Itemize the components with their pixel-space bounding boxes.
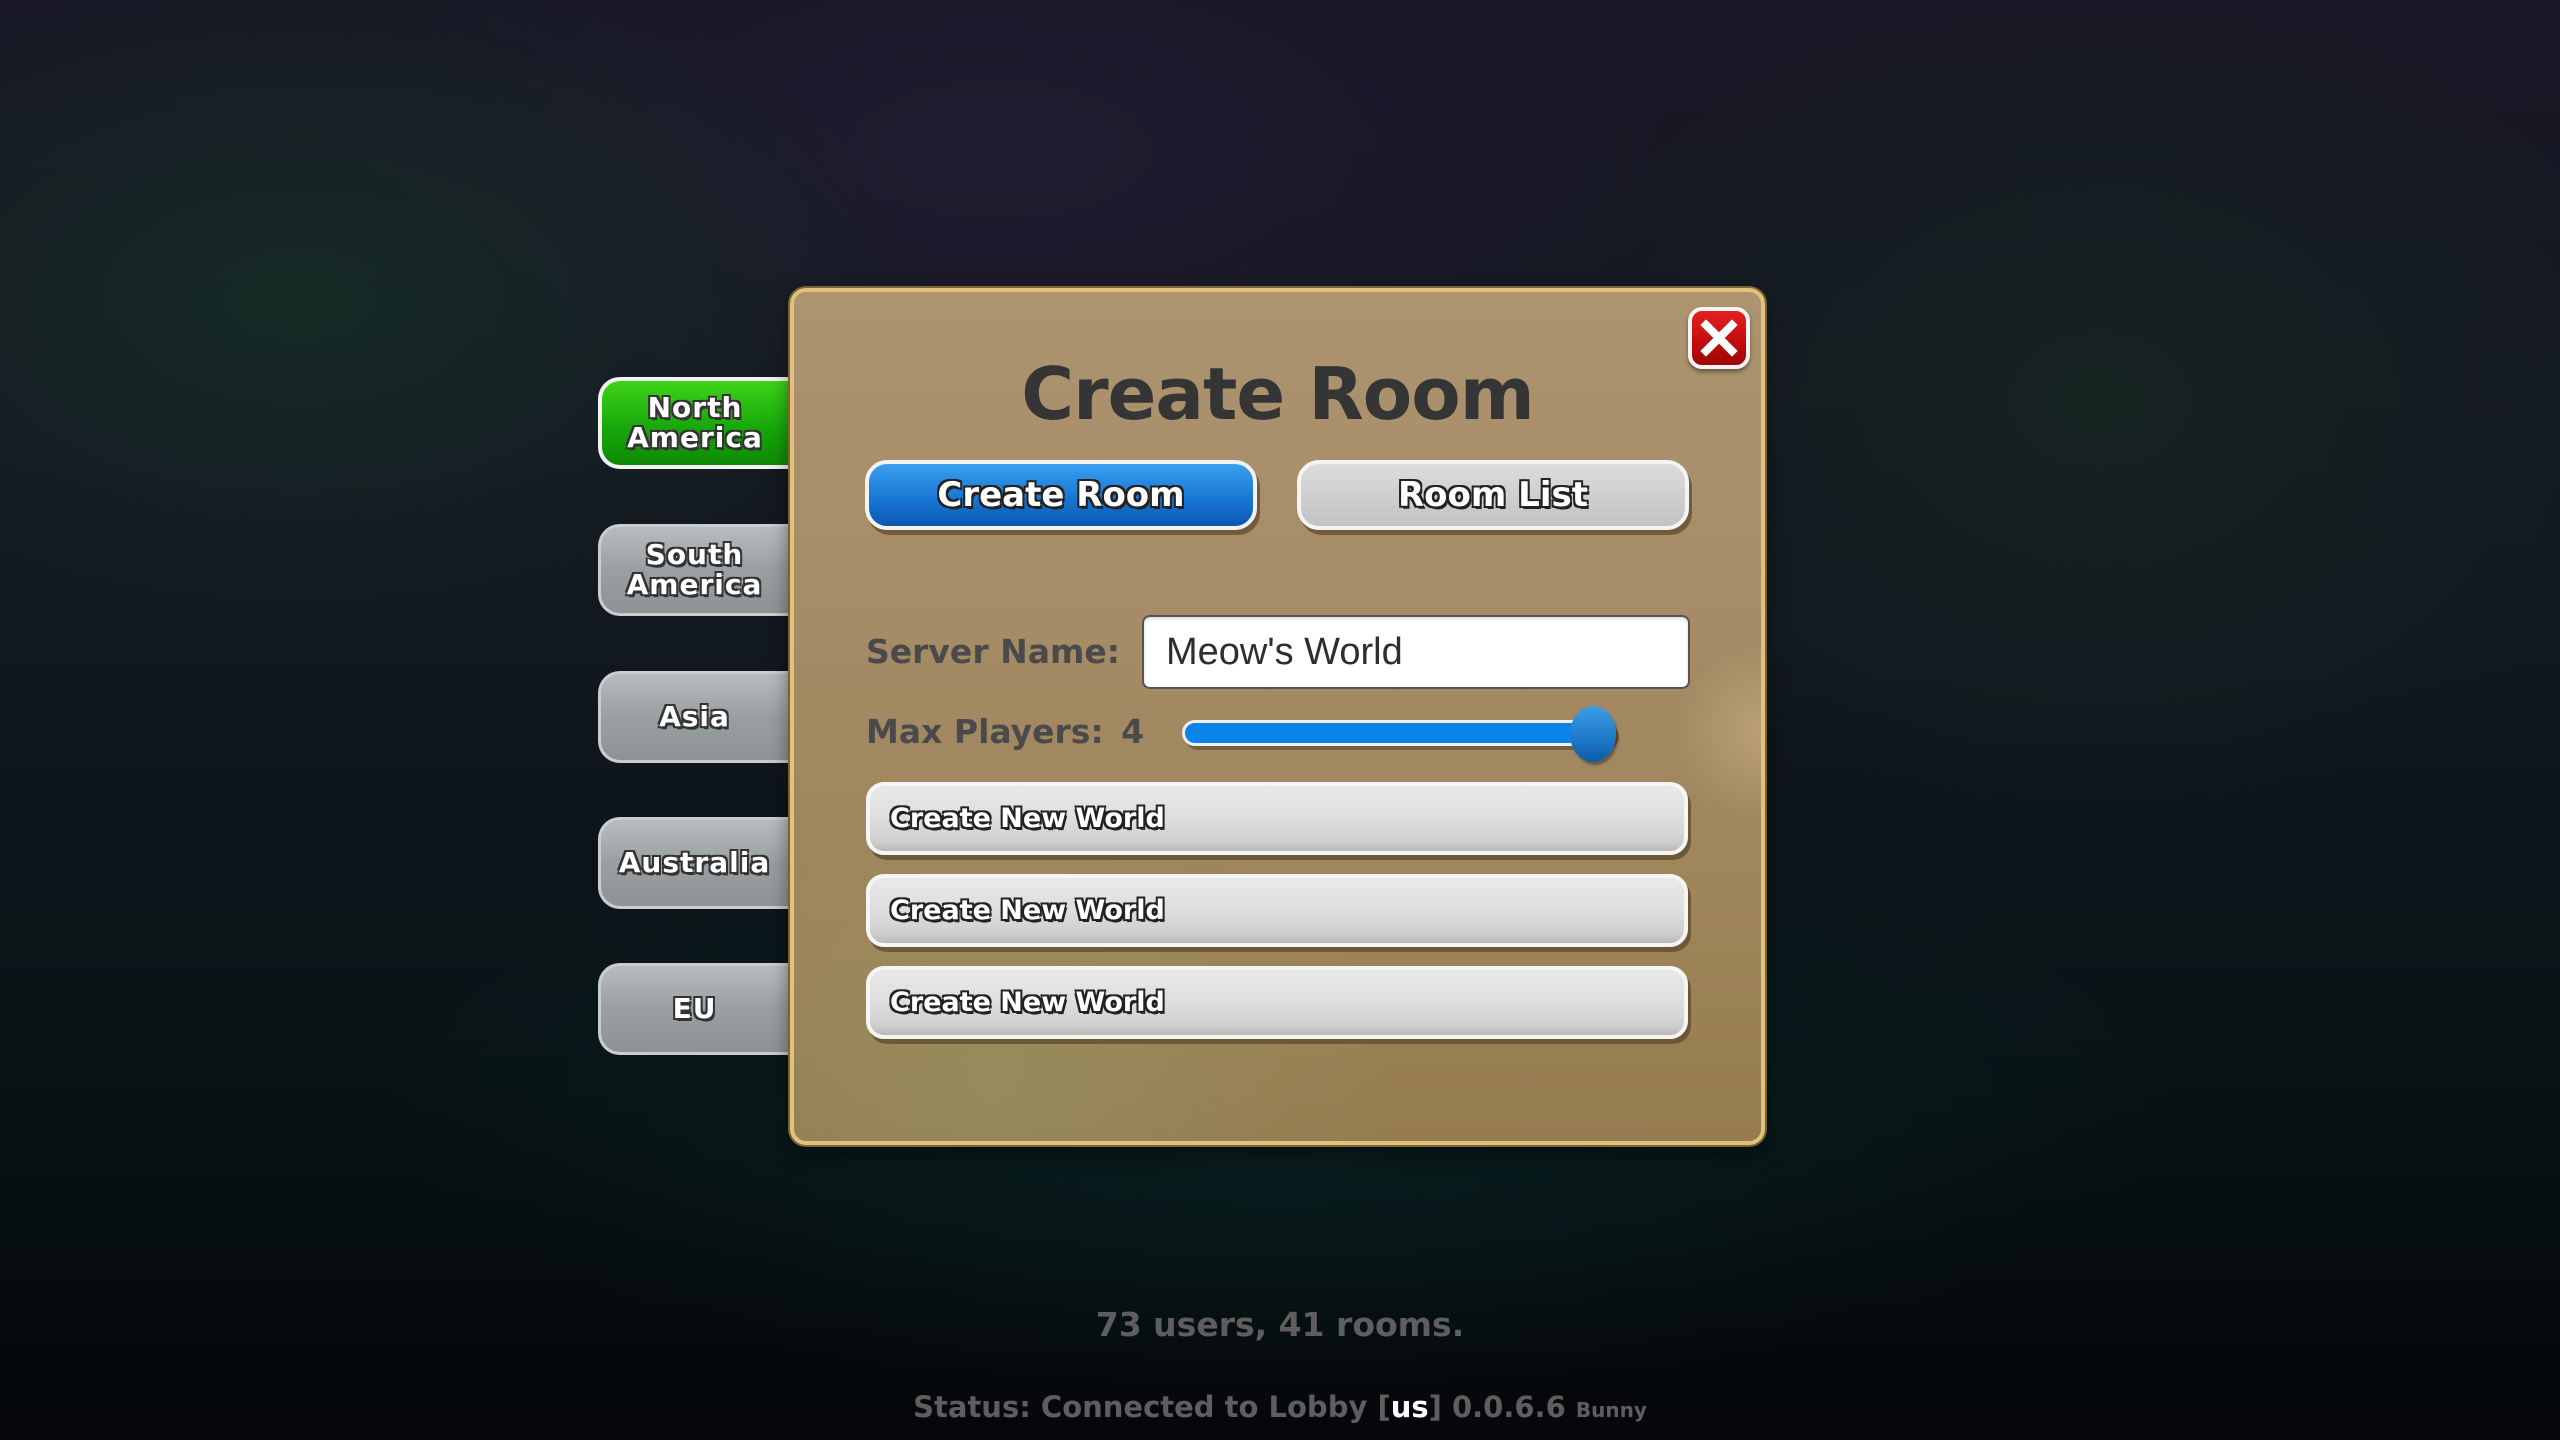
status-prefix: Status: Connected to Lobby [: [913, 1390, 1391, 1424]
dialog-title: Create Room: [1021, 352, 1534, 436]
world-slot-button[interactable]: Create New World: [866, 782, 1688, 855]
status-version: ] 0.0.6.6: [1428, 1390, 1566, 1424]
region-tab-eu[interactable]: EU: [598, 963, 808, 1055]
world-slot-label: Create New World: [890, 803, 1165, 834]
server-name-value: Meow's World: [1166, 630, 1403, 673]
world-slot-button[interactable]: Create New World: [866, 966, 1688, 1039]
max-players-value: 4: [1121, 712, 1145, 751]
region-label: South: [645, 538, 744, 571]
region-tab-south-america[interactable]: South America: [598, 524, 808, 616]
world-slot-label: Create New World: [890, 895, 1165, 926]
world-slot-button[interactable]: Create New World: [866, 874, 1688, 947]
region-label: EU: [672, 992, 717, 1025]
region-label: North: [647, 391, 743, 424]
world-slot-label: Create New World: [890, 987, 1165, 1018]
max-players-slider-thumb[interactable]: [1570, 706, 1616, 762]
max-players-label-text: Max Players:: [866, 712, 1104, 751]
server-name-input[interactable]: Meow's World: [1142, 615, 1690, 689]
region-tab-australia[interactable]: Australia: [598, 817, 808, 909]
region-label: Australia: [618, 846, 771, 879]
build-name: Bunny: [1575, 1398, 1647, 1422]
region-tab-north-america[interactable]: North America: [598, 377, 808, 469]
region-label: America: [627, 421, 763, 454]
region-code: us: [1390, 1390, 1429, 1424]
region-label: America: [626, 568, 763, 601]
max-players-label: Max Players: 4: [866, 712, 1144, 751]
connection-status: Status: Connected to Lobby [us] 0.0.6.6 …: [0, 1390, 2560, 1424]
tab-create-room[interactable]: Create Room: [865, 460, 1257, 530]
lobby-stats: 73 users, 41 rooms.: [1095, 1305, 1465, 1344]
tab-room-list[interactable]: Room List: [1297, 460, 1689, 530]
max-players-slider[interactable]: [1182, 720, 1616, 746]
region-label: Asia: [659, 700, 730, 733]
server-name-label: Server Name:: [866, 632, 1120, 671]
region-tab-asia[interactable]: Asia: [598, 671, 808, 763]
